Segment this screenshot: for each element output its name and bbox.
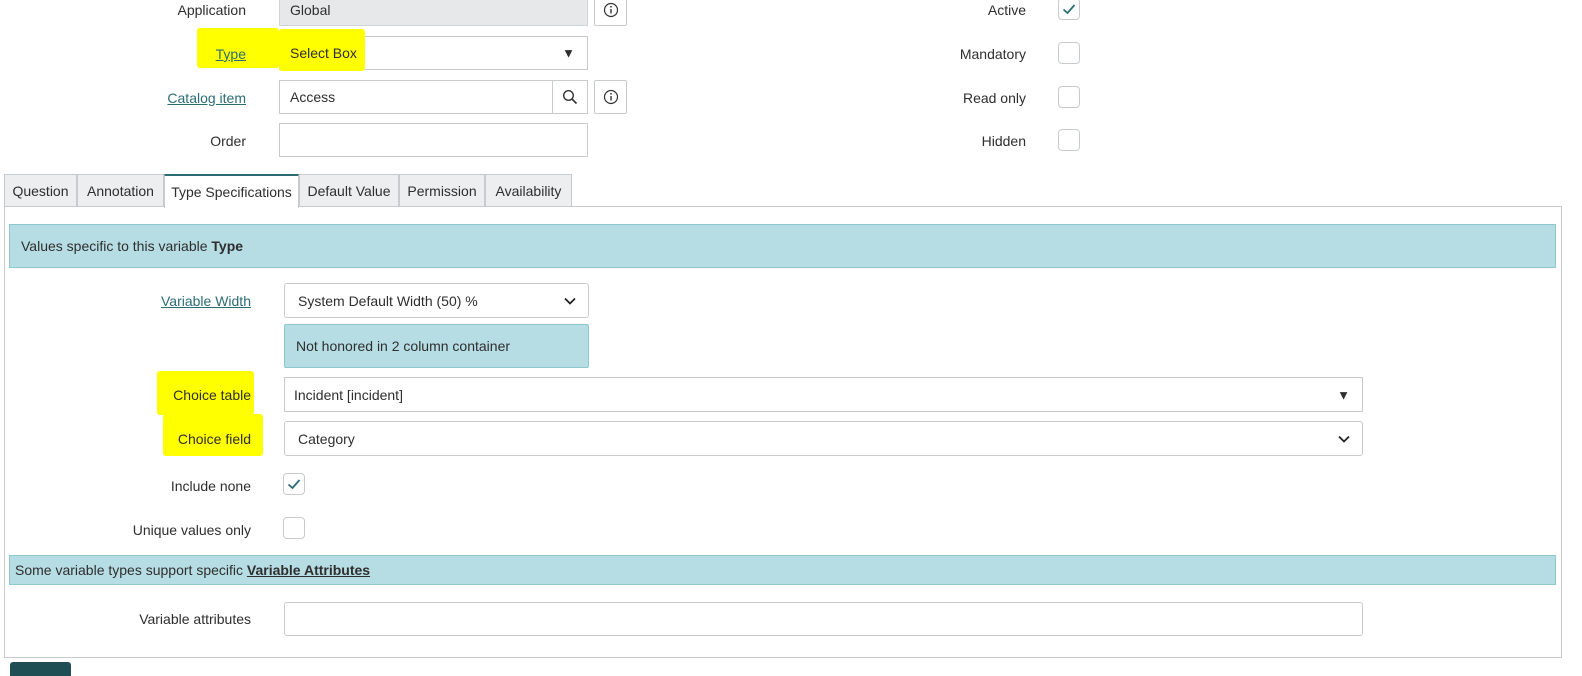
- application-label: Application: [177, 2, 247, 18]
- tab-default-value[interactable]: Default Value: [299, 174, 399, 207]
- tab-question-label: Question: [12, 183, 69, 199]
- tab-annotation[interactable]: Annotation: [77, 174, 164, 207]
- caret-down-icon: ▼: [1337, 387, 1350, 402]
- unique-values-checkbox[interactable]: [283, 517, 305, 539]
- type-label-link[interactable]: Type: [216, 46, 246, 62]
- banner-text: Values specific to this variable: [21, 238, 212, 254]
- application-value: Global: [290, 2, 331, 18]
- variable-attributes-banner: Some variable types support specific Var…: [9, 555, 1556, 585]
- tab-default-value-label: Default Value: [307, 183, 391, 199]
- catalog-item-label-link[interactable]: Catalog item: [167, 90, 246, 106]
- unique-values-label: Unique values only: [132, 522, 251, 538]
- choice-field-value: Category: [298, 430, 355, 447]
- tab-permission[interactable]: Permission: [399, 174, 485, 207]
- include-none-checkbox[interactable]: [283, 473, 305, 495]
- info-icon: [603, 2, 618, 18]
- check-icon: [1062, 4, 1076, 15]
- type-select[interactable]: Select Box ▼: [279, 29, 588, 71]
- banner-bold: Type: [211, 238, 244, 254]
- variable-attributes-label: Variable attributes: [139, 611, 251, 627]
- chevron-down-icon: [1338, 435, 1350, 443]
- order-label: Order: [210, 133, 246, 149]
- width-note-text: Not honored in 2 column container: [296, 338, 511, 354]
- tab-type-specifications-label: Type Specifications: [171, 184, 292, 200]
- mandatory-checkbox[interactable]: [1058, 42, 1080, 64]
- include-none-label: Include none: [170, 478, 251, 494]
- active-label: Active: [987, 2, 1026, 18]
- tab-question[interactable]: Question: [4, 174, 77, 207]
- hidden-checkbox[interactable]: [1058, 129, 1080, 151]
- order-input[interactable]: [279, 123, 588, 157]
- mandatory-label: Mandatory: [959, 46, 1026, 62]
- catalog-item-search-button[interactable]: [552, 80, 588, 114]
- check-icon: [287, 479, 301, 490]
- tab-type-specifications[interactable]: Type Specifications: [164, 174, 299, 208]
- type-specifications-banner: Values specific to this variable Type: [9, 224, 1556, 268]
- choice-table-label: Choice table: [173, 387, 251, 403]
- tab-availability[interactable]: Availability: [485, 174, 572, 207]
- submit-button[interactable]: [10, 662, 71, 676]
- catalog-item-info-button[interactable]: [594, 80, 627, 114]
- variable-width-label-link[interactable]: Variable Width: [161, 293, 251, 309]
- variable-attributes-input[interactable]: [284, 602, 1363, 636]
- hidden-label: Hidden: [981, 133, 1026, 149]
- choice-table-select[interactable]: Incident [incident] ▼: [284, 377, 1363, 412]
- read-only-checkbox[interactable]: [1058, 86, 1080, 108]
- active-checkbox[interactable]: [1058, 0, 1080, 20]
- choice-field-select[interactable]: Category: [284, 421, 1363, 456]
- info-icon: [603, 89, 618, 105]
- attr-banner-text: Some variable types support specific: [15, 562, 247, 578]
- variable-attributes-link[interactable]: Variable Attributes: [247, 562, 370, 578]
- variable-width-select[interactable]: System Default Width (50) %: [284, 283, 589, 318]
- tab-annotation-label: Annotation: [87, 183, 154, 199]
- width-note-banner: Not honored in 2 column container: [284, 324, 589, 368]
- tab-availability-label: Availability: [495, 183, 562, 199]
- caret-down-icon: ▼: [562, 45, 575, 61]
- chevron-down-icon: [564, 297, 576, 305]
- choice-table-value: Incident [incident]: [294, 386, 403, 403]
- application-field[interactable]: Global: [279, 0, 588, 26]
- application-info-button[interactable]: [594, 0, 627, 26]
- search-icon: [562, 89, 578, 105]
- choice-field-label: Choice field: [177, 431, 251, 447]
- catalog-item-input[interactable]: Access: [279, 80, 553, 114]
- tab-permission-label: Permission: [407, 183, 477, 199]
- catalog-item-value: Access: [290, 89, 336, 105]
- type-value: Select Box: [290, 45, 357, 61]
- variable-width-value: System Default Width (50) %: [298, 292, 478, 309]
- read-only-label: Read only: [962, 90, 1026, 106]
